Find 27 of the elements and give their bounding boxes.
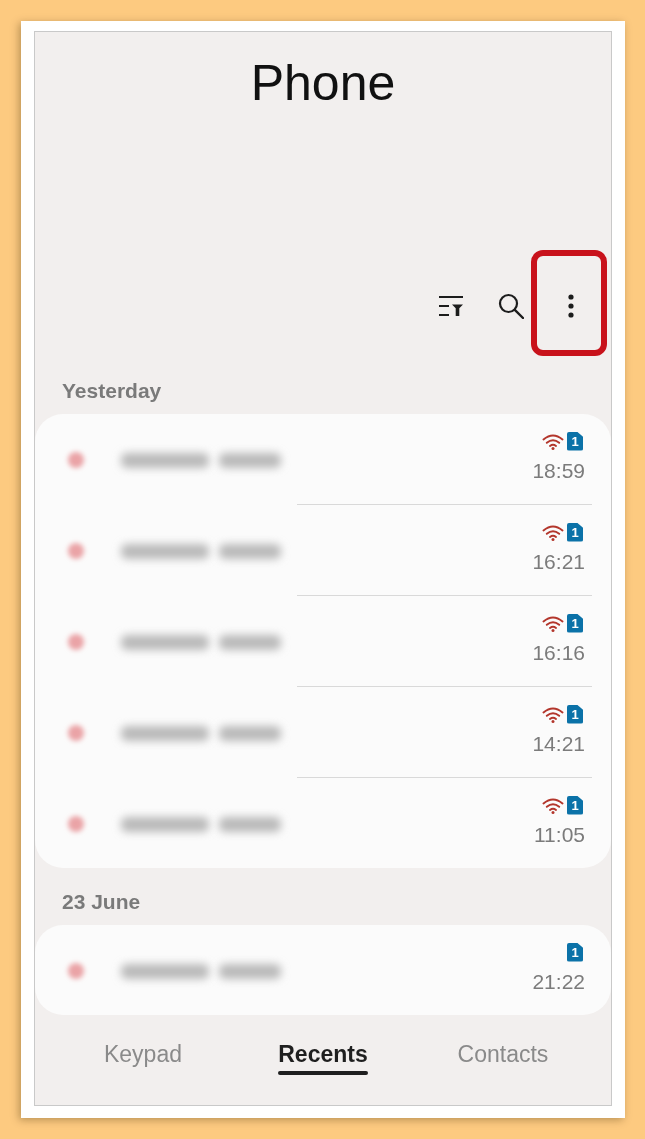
more-options-icon [568,294,574,318]
app-title: Phone [250,54,396,113]
tab[interactable]: Keypad [104,1039,182,1075]
call-log-item[interactable]: 1 16:16 [35,596,611,686]
sim-badge: 1 [567,795,583,815]
sim-badge: 1 [567,942,583,962]
call-time: 21:22 [532,969,585,995]
search-icon [498,293,524,319]
tab[interactable]: Contacts [457,1039,549,1075]
call-time: 18:59 [532,458,585,484]
sim-badge: 1 [567,522,583,542]
call-log-item[interactable]: 1 14:21 [35,687,611,777]
call-time: 16:16 [532,640,585,666]
sim-badge: 1 [567,613,583,633]
call-time: 11:05 [534,822,585,848]
section-header: 23 June [61,889,141,915]
call-log-item[interactable]: 1 21:22 [35,925,611,1015]
section-header: Yesterday [61,378,162,404]
tab[interactable]: Recents [278,1039,368,1075]
filter-icon [438,295,464,317]
sim-badge: 1 [567,431,583,451]
sim-badge: 1 [567,704,583,724]
call-log-item[interactable]: 1 11:05 [35,778,611,868]
call-log-item[interactable]: 1 16:21 [35,505,611,595]
call-time: 14:21 [532,731,585,757]
call-log-item[interactable]: 1 18:59 [35,414,611,504]
call-time: 16:21 [532,549,585,575]
